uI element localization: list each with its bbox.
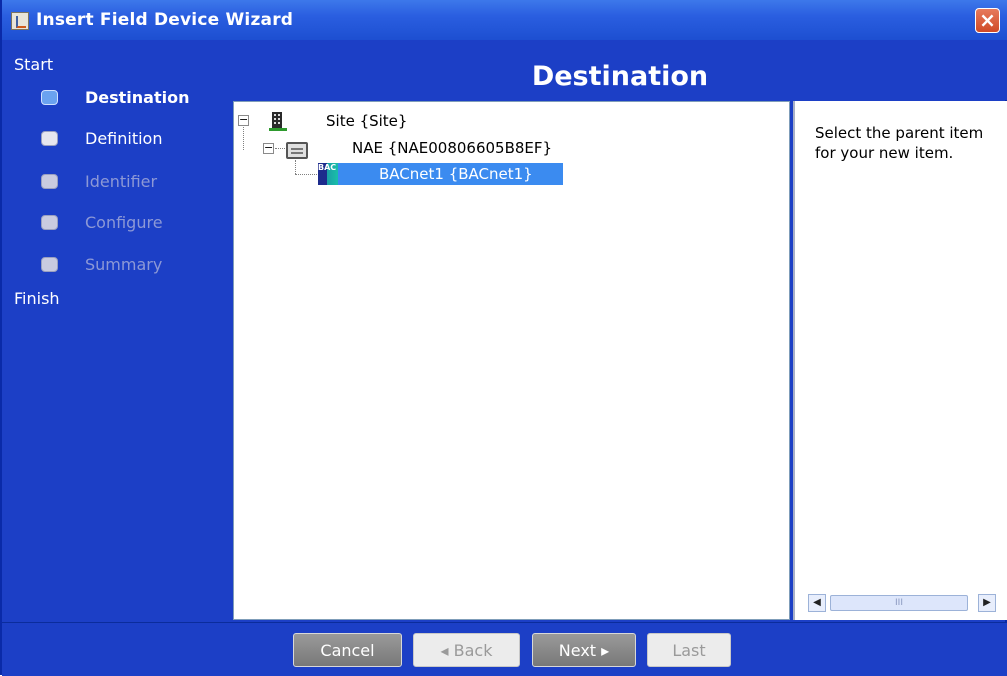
step-bullet-icon <box>41 257 58 272</box>
tree-node-nae[interactable]: NAE {NAE00806605B8EF} <box>352 139 552 157</box>
scroll-thumb[interactable]: III <box>830 595 968 611</box>
step-bullet-icon <box>41 131 58 146</box>
help-panel: Select the parent item for your new item… <box>793 101 1007 620</box>
step-configure: Configure <box>41 212 221 234</box>
horizontal-scrollbar[interactable]: ◀ III ▶ <box>808 594 996 612</box>
step-label: Definition <box>85 129 163 148</box>
bacnet-icon: BAC <box>318 163 338 185</box>
step-definition: Definition <box>41 128 221 150</box>
window-title: Insert Field Device Wizard <box>36 10 294 30</box>
scroll-left-icon[interactable]: ◀ <box>808 594 826 612</box>
step-label: Identifier <box>85 172 158 191</box>
step-summary: Summary <box>41 254 221 276</box>
step-label: Configure <box>85 213 163 232</box>
tree-line <box>243 127 244 150</box>
tree-line <box>295 174 317 175</box>
nae-collapse-toggle[interactable]: − <box>263 142 274 154</box>
step-label: Summary <box>85 255 163 274</box>
page-title: Destination <box>233 40 1007 100</box>
scroll-right-icon[interactable]: ▶ <box>978 594 996 612</box>
step-bullet-icon <box>41 90 58 105</box>
last-button[interactable]: Last <box>647 633 731 667</box>
help-text: Select the parent item for your new item… <box>815 124 984 162</box>
start-label: Start <box>14 55 54 74</box>
wizard-footer: Cancel ◂ Back Next ▸ Last <box>2 622 1007 676</box>
site-collapse-toggle[interactable]: − <box>238 114 249 126</box>
java-cup-icon <box>11 12 29 30</box>
step-label: Destination <box>85 88 190 107</box>
tree-line <box>295 160 296 174</box>
next-button[interactable]: Next ▸ <box>532 633 636 667</box>
step-destination: Destination <box>41 87 221 109</box>
back-button[interactable]: ◂ Back <box>413 633 520 667</box>
server-icon <box>286 142 308 159</box>
tree-line <box>275 148 285 149</box>
wizard-steps-sidebar: Start Destination Definition Identifier … <box>9 40 230 620</box>
destination-tree[interactable]: − Site {Site} − NAE {NAE00806605B8EF} BA… <box>233 101 790 620</box>
step-identifier: Identifier <box>41 171 221 193</box>
building-icon <box>269 112 287 131</box>
wizard-window: Insert Field Device Wizard × Start Desti… <box>0 0 1007 676</box>
finish-label: Finish <box>14 289 60 308</box>
step-bullet-icon <box>41 174 58 189</box>
title-bar[interactable]: Insert Field Device Wizard × <box>2 0 1007 40</box>
tree-node-bacnet[interactable]: BACnet1 {BACnet1} <box>379 165 533 183</box>
step-bullet-icon <box>41 215 58 230</box>
cancel-button[interactable]: Cancel <box>293 633 402 667</box>
tree-node-site[interactable]: Site {Site} <box>326 112 407 130</box>
close-button[interactable]: × <box>975 8 1000 33</box>
